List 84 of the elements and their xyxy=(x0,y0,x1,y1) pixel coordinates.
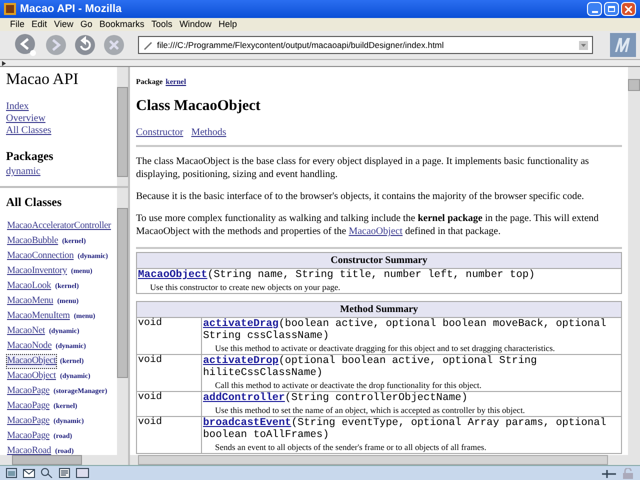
type-cell: void xyxy=(136,354,202,392)
nav-link[interactable]: Overview xyxy=(6,113,46,125)
navigator-icon[interactable] xyxy=(6,468,17,478)
class-link[interactable]: MacaoPage xyxy=(6,384,51,399)
class-link[interactable]: MacaoObject xyxy=(6,369,57,384)
class-link[interactable]: MacaoObject xyxy=(348,226,403,237)
class-link[interactable]: MacaoObject xyxy=(6,354,57,369)
scroll-thumb[interactable] xyxy=(12,455,82,465)
signature-text: activateDrag(boolean active, optional boolean moveBack, optional String cssClassName) xyxy=(203,318,608,342)
app-icon xyxy=(4,3,16,15)
description-text: Use this constructor to create new objects on your page. xyxy=(149,281,342,293)
class-link[interactable]: MacaoNode xyxy=(6,339,53,354)
class-link[interactable]: MacaoPage xyxy=(6,414,51,429)
horizontal-scrollbar[interactable] xyxy=(0,455,128,465)
paragraph: The class MacaoObject is the base class for every object displayed in a page. It implements basic functionality as displaying, positioning, sizing and event handling. xyxy=(136,155,590,181)
signature-text: activateDrop(optional boolean active, optional String hiliteCssClassName) xyxy=(203,355,538,379)
table-header: Method Summary xyxy=(136,302,622,318)
scrollbar[interactable] xyxy=(628,67,640,455)
menu-item[interactable]: Edit xyxy=(32,20,48,29)
composer-icon[interactable] xyxy=(59,468,70,478)
address-field[interactable]: file:///C:/Programme/Flexycontent/output/macaoapi/buildDesigner/index.html xyxy=(138,36,593,54)
description-text: Use this method to set the name of an object, which is accepted as controller by this object. xyxy=(214,404,526,416)
scroll-thumb[interactable] xyxy=(117,208,128,378)
package-link[interactable]: dynamic xyxy=(6,166,40,178)
class-link[interactable]: MacaoMenuItem xyxy=(6,309,71,324)
type-cell: void xyxy=(136,318,202,354)
section-heading: Packages xyxy=(6,148,54,165)
anchor-link[interactable]: Constructor xyxy=(136,126,184,139)
class-link[interactable]: MacaoNet xyxy=(6,324,46,339)
signature-text: broadcastEvent(String eventType, optional Array params, optional boolean toAllFrames) xyxy=(203,417,608,441)
method-link[interactable]: MacaoObject xyxy=(138,269,208,281)
class-title: Class MacaoObject xyxy=(136,97,262,115)
class-link[interactable]: MacaoPage xyxy=(6,399,51,414)
menu-item[interactable]: Window xyxy=(179,20,212,29)
frame-title: Macao API xyxy=(6,71,78,89)
method-link[interactable]: addController xyxy=(203,392,285,404)
menu-item[interactable]: Go xyxy=(80,20,92,29)
lock-icon xyxy=(622,468,634,478)
signature-text: MacaoObject(String name, String title, number left, number top) xyxy=(138,269,536,281)
class-link[interactable]: MacaoConnection xyxy=(6,249,75,264)
scrollbar[interactable] xyxy=(117,188,128,455)
window-title: Macao API - Mozilla xyxy=(20,2,123,17)
nav-link[interactable]: All Classes xyxy=(6,125,52,137)
close-button[interactable] xyxy=(621,2,636,16)
method-link[interactable]: activateDrag xyxy=(203,318,279,330)
stop-button[interactable] xyxy=(103,34,125,56)
menu-item[interactable]: File xyxy=(10,20,25,29)
class-link[interactable]: MacaoAcceleratorController xyxy=(6,219,112,234)
paragraph: To use more complex functionality as walking and talking include the kernel package in the page. This will extend MacaoObject with the methods and properties of the MacaoObject defined in that package. xyxy=(136,212,600,238)
paragraph: Because it is the basic interface of to the browser's objects, it contains the majority of the browser specific code. xyxy=(136,190,586,203)
type-cell: void xyxy=(136,392,202,416)
method-link[interactable]: activateDrop xyxy=(203,355,279,367)
section-heading: All Classes xyxy=(6,194,63,211)
forward-button[interactable] xyxy=(45,34,67,56)
class-link[interactable]: MacaoBubble xyxy=(6,234,60,249)
description-text: Use this method to activate or deactivate dragging for this object and to set dragging characteristics. xyxy=(214,342,556,354)
menu-item[interactable]: Help xyxy=(218,20,237,29)
dropdown-icon[interactable] xyxy=(579,40,588,50)
reload-button[interactable] xyxy=(74,34,96,56)
back-button[interactable] xyxy=(14,33,38,57)
class-link[interactable]: MacaoLook xyxy=(6,279,52,294)
description-text: Sends an event to all objects of the sender's frame or to all objects of all frames. xyxy=(214,441,488,453)
signature-text: addController(String controllerObjectName) xyxy=(203,392,469,404)
class-link[interactable]: MacaoPage xyxy=(6,429,51,444)
scrollbar[interactable] xyxy=(117,67,128,186)
class-link[interactable]: MacaoMenu xyxy=(6,294,54,309)
menu-item[interactable]: Tools xyxy=(151,20,172,29)
menu-item[interactable]: View xyxy=(54,20,74,29)
anchor-link[interactable]: Methods xyxy=(191,126,226,139)
class-link[interactable]: MacaoInventory xyxy=(6,264,68,279)
minimize-button[interactable] xyxy=(587,2,602,16)
expand-icon[interactable] xyxy=(2,60,6,66)
method-link[interactable]: broadcastEvent xyxy=(203,417,292,429)
mail-icon[interactable] xyxy=(23,468,35,478)
scroll-thumb[interactable] xyxy=(117,87,128,177)
type-cell: void xyxy=(136,416,202,454)
menu-item[interactable]: Bookmarks xyxy=(99,20,144,29)
scroll-thumb[interactable] xyxy=(628,79,640,91)
nav-link[interactable]: Index xyxy=(6,101,29,113)
table-header: Constructor Summary xyxy=(136,252,622,268)
class-link[interactable]: MacaoRoad xyxy=(6,444,52,455)
restore-button[interactable] xyxy=(604,2,619,16)
description-text: Call this method to activate or deactivate the drop functionality for this object. xyxy=(214,379,482,391)
close-icon xyxy=(625,6,632,12)
